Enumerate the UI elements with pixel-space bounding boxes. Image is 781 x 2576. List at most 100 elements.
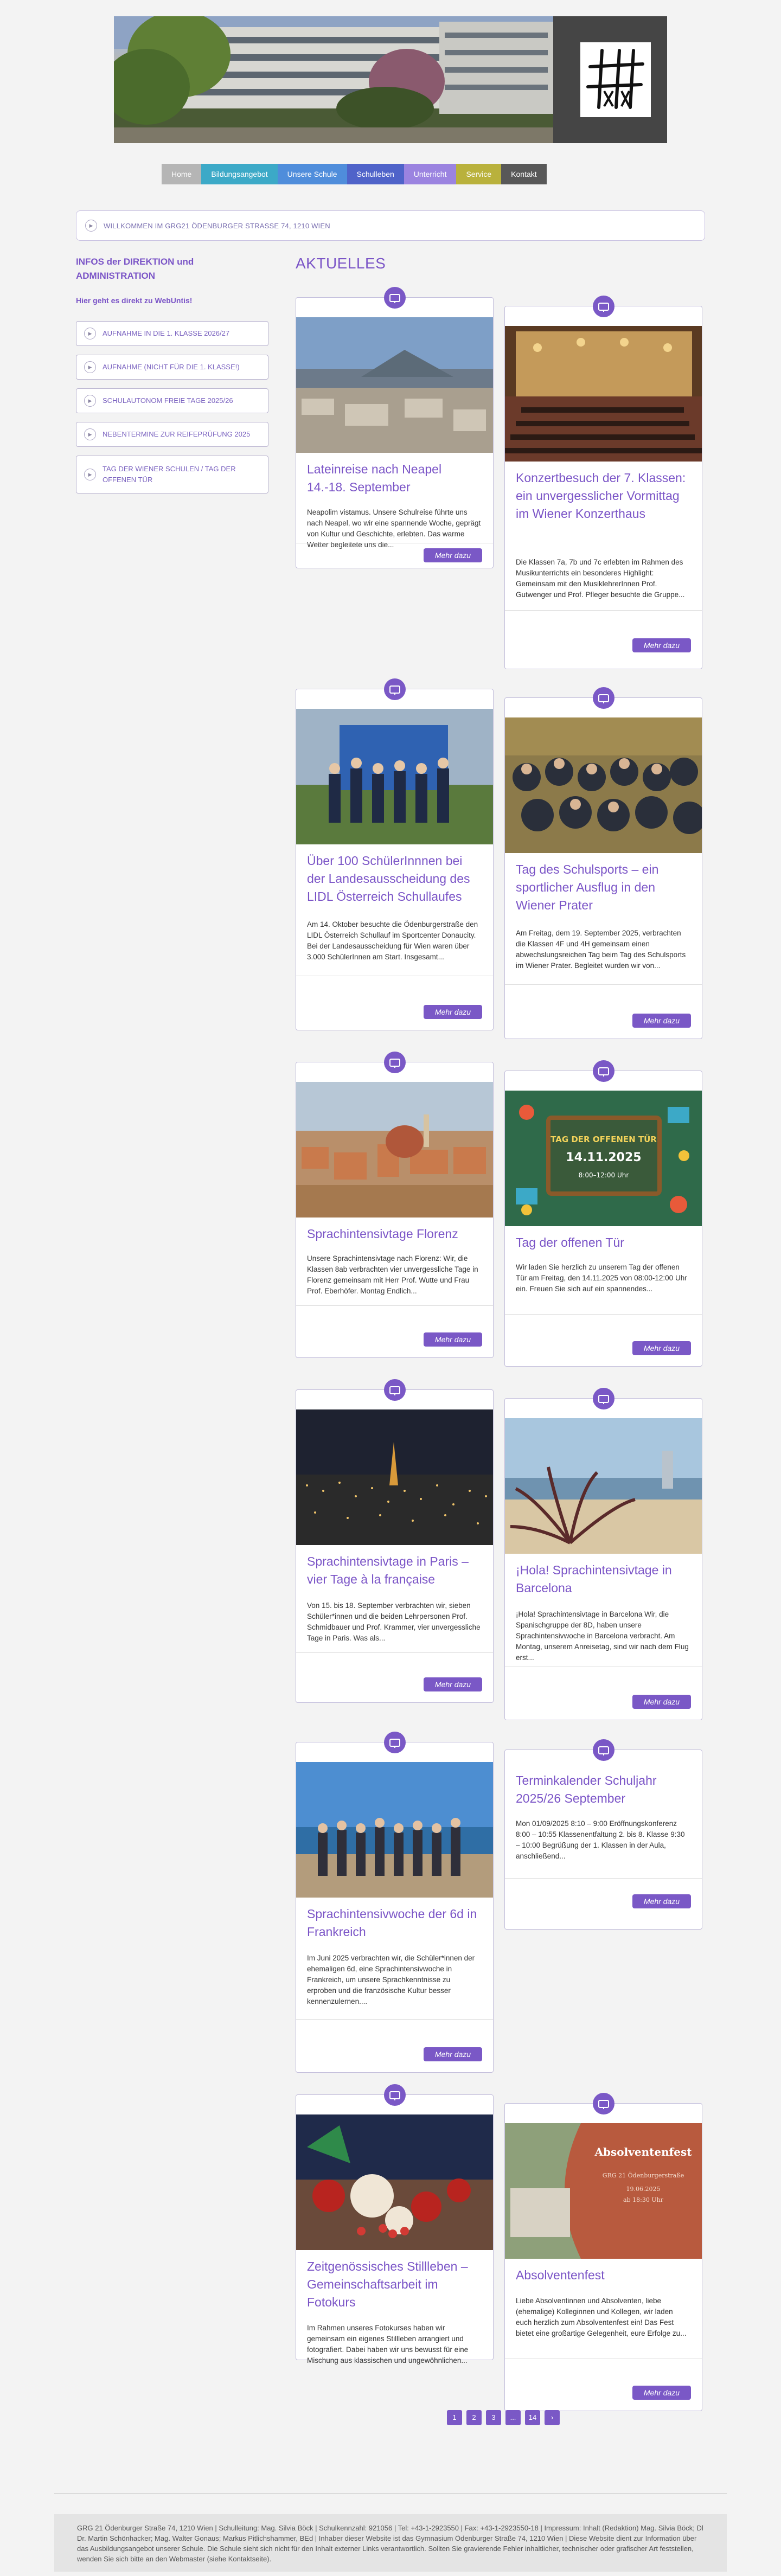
card-divider bbox=[296, 1652, 493, 1653]
more-button[interactable]: Mehr dazu bbox=[424, 1677, 482, 1691]
card-divider bbox=[296, 2019, 493, 2020]
news-excerpt: Unsere Sprachintensivtage nach Florenz: … bbox=[307, 1254, 478, 1295]
news-excerpt: Mon 01/09/2025 8:10 – 9:00 Eröffnungskon… bbox=[516, 1819, 685, 1860]
card-divider bbox=[505, 610, 702, 611]
more-button[interactable]: Mehr dazu bbox=[632, 1014, 691, 1028]
sidebar-link-label: TAG DER WIENER SCHULEN / TAG DER OFFENEN… bbox=[103, 465, 236, 484]
news-title[interactable]: Sprachintensivtage Florenz bbox=[307, 1225, 482, 1243]
news-image-frankreich[interactable] bbox=[296, 1762, 493, 1898]
nav-item-bildungsangebot[interactable]: Bildungsangebot bbox=[201, 164, 278, 184]
sidebar-link-label: AUFNAHME IN DIE 1. KLASSE 2026/27 bbox=[103, 329, 230, 337]
news-card: Zeitgenössisches Stillleben – Gemeinscha… bbox=[296, 2084, 494, 2364]
arrow-right-icon: ▶ bbox=[84, 395, 96, 407]
sidebar-link-label: AUFNAHME (NICHT FÜR DIE 1. KLASSE!) bbox=[103, 363, 240, 371]
sidebar-link-tag-der-offenen-tuer[interactable]: ▶ TAG DER WIENER SCHULEN / TAG DER OFFEN… bbox=[76, 456, 268, 494]
sidebar-title: INFOS der DIREKTION und ADMINISTRATION bbox=[76, 257, 194, 281]
news-image-absolventenfest[interactable]: Absolventenfest GRG 21 Ödenburgerstraße … bbox=[505, 2123, 702, 2259]
sidebar-link-label: NEBENTERMINE ZUR REIFEPRÜFUNG 2025 bbox=[103, 430, 251, 438]
news-excerpt: Liebe Absolventinnen und Absolventen, li… bbox=[516, 2297, 687, 2337]
webuntis-link[interactable]: Hier geht es direkt zu WebUntis! bbox=[76, 296, 192, 305]
news-title[interactable]: ¡Hola! Sprachintensivtage in Barcelona bbox=[516, 1561, 691, 1597]
nav-item-home[interactable]: Home bbox=[162, 164, 202, 184]
news-excerpt: ¡Hola! Sprachintensivtage in Barcelona W… bbox=[516, 1610, 689, 1662]
nav-item-unterricht[interactable]: Unterricht bbox=[404, 164, 457, 184]
sidebar-link-aufnahme-1-klasse[interactable]: ▶ AUFNAHME IN DIE 1. KLASSE 2026/27 bbox=[76, 321, 268, 346]
news-card: Sprachintensivwoche der 6d in Frankreich… bbox=[296, 1732, 494, 2073]
more-button[interactable]: Mehr dazu bbox=[424, 1332, 482, 1347]
news-title[interactable]: Konzertbesuch der 7. Klassen: ein unverg… bbox=[516, 469, 691, 523]
nav-item-unsere-schule[interactable]: Unsere Schule bbox=[277, 164, 347, 184]
svg-text:8:00–12:00 Uhr: 8:00–12:00 Uhr bbox=[579, 1171, 629, 1179]
footer-divider bbox=[54, 2493, 727, 2494]
news-title[interactable]: Absolventenfest bbox=[516, 2266, 691, 2284]
news-title[interactable]: Sprachintensivwoche der 6d in Frankreich bbox=[307, 1905, 482, 1941]
page-button[interactable]: ... bbox=[505, 2410, 521, 2425]
more-button[interactable]: Mehr dazu bbox=[632, 638, 691, 652]
nav-item-schulleben[interactable]: Schulleben bbox=[347, 164, 404, 184]
news-excerpt: Im Rahmen unseres Fotokurses haben wir g… bbox=[307, 2324, 469, 2364]
more-button[interactable]: Mehr dazu bbox=[424, 2047, 482, 2061]
news-card: Absolventenfest GRG 21 Ödenburgerstraße … bbox=[504, 2093, 702, 2411]
news-title[interactable]: Tag des Schulsports – ein sportlicher Au… bbox=[516, 861, 691, 914]
monitor-icon bbox=[383, 2084, 406, 2106]
monitor-icon bbox=[592, 1739, 614, 1761]
news-image-tag-der-offenen-tuer[interactable]: TAG DER OFFENEN TÜR 14.11.2025 8:00–12:0… bbox=[505, 1091, 702, 1226]
next-page-button[interactable]: › bbox=[545, 2410, 560, 2425]
news-card: Über 100 SchülerInnnen bei der Landesaus… bbox=[296, 678, 494, 1030]
news-image-stillleben[interactable] bbox=[296, 2114, 493, 2250]
sidebar-link-nebentermine[interactable]: ▶ NEBENTERMINE ZUR REIFEPRÜFUNG 2025 bbox=[76, 422, 268, 447]
svg-text:Absolventenfest: Absolventenfest bbox=[594, 2145, 693, 2158]
news-excerpt: Neapolim vistamus. Unsere Schulreise füh… bbox=[307, 508, 481, 549]
news-image-paris[interactable] bbox=[296, 1409, 493, 1545]
news-card: Terminkalender Schuljahr 2025/26 Septemb… bbox=[504, 1739, 702, 1930]
news-image-konzerthaus[interactable] bbox=[505, 326, 702, 462]
news-title[interactable]: Tag der offenen Tür bbox=[516, 1234, 691, 1252]
more-button[interactable]: Mehr dazu bbox=[424, 548, 482, 562]
arrow-right-icon: ▶ bbox=[84, 328, 96, 339]
news-title[interactable]: Sprachintensivtage in Paris – vier Tage … bbox=[307, 1553, 482, 1588]
arrow-right-icon: ▶ bbox=[85, 220, 97, 232]
pagination: 1 2 3... 14 › bbox=[447, 2410, 560, 2425]
news-card: Sprachintensivtage Florenz Unsere Sprach… bbox=[296, 1052, 494, 1358]
school-logo[interactable] bbox=[580, 42, 651, 117]
site-footer: GRG 21 Ödenburger Straße 74, 1210 Wien |… bbox=[54, 2514, 727, 2572]
svg-text:TAG DER OFFENEN TÜR: TAG DER OFFENEN TÜR bbox=[550, 1134, 657, 1144]
sidebar-link-freie-tage[interactable]: ▶ SCHULAUTONOM FREIE TAGE 2025/26 bbox=[76, 388, 268, 413]
svg-text:ab 18:30 Uhr: ab 18:30 Uhr bbox=[623, 2196, 664, 2203]
sidebar-link-aufnahme[interactable]: ▶ AUFNAHME (NICHT FÜR DIE 1. KLASSE!) bbox=[76, 355, 268, 380]
school-building-illustration bbox=[114, 16, 553, 143]
more-button[interactable]: Mehr dazu bbox=[632, 1894, 691, 1908]
nav-item-kontakt[interactable]: Kontakt bbox=[501, 164, 547, 184]
news-image-naples[interactable] bbox=[296, 317, 493, 453]
main-navigation: Home Bildungsangebot Unsere Schule Schulleb… bbox=[162, 164, 547, 184]
svg-text:19.06.2025: 19.06.2025 bbox=[626, 2186, 661, 2193]
page-button[interactable]: 1 bbox=[447, 2410, 462, 2425]
news-image-schulsport[interactable] bbox=[505, 717, 702, 853]
monitor-icon bbox=[383, 1379, 406, 1401]
welcome-banner[interactable]: ▶ WILLKOMMEN IM GRG21 ÖDENBURGER STRASSE… bbox=[76, 210, 705, 241]
more-button[interactable]: Mehr dazu bbox=[424, 1005, 482, 1019]
news-image-barcelona[interactable] bbox=[505, 1418, 702, 1554]
news-card: Konzertbesuch der 7. Klassen: ein unverg… bbox=[504, 296, 702, 669]
svg-text:GRG 21 Ödenburgerstraße: GRG 21 Ödenburgerstraße bbox=[603, 2171, 684, 2179]
page-button[interactable]: 14 bbox=[525, 2410, 540, 2425]
page-button[interactable]: 3 bbox=[486, 2410, 501, 2425]
more-button[interactable]: Mehr dazu bbox=[632, 1695, 691, 1709]
section-title-aktuelles: AKTUELLES bbox=[296, 255, 386, 272]
monitor-icon bbox=[592, 1388, 614, 1409]
news-title[interactable]: Lateinreise nach Neapel 14.-18. Septembe… bbox=[307, 460, 482, 496]
news-title[interactable]: Terminkalender Schuljahr 2025/26 Septemb… bbox=[516, 1772, 691, 1808]
school-building-photo bbox=[114, 16, 553, 143]
nav-item-service[interactable]: Service bbox=[456, 164, 502, 184]
news-image-lidl-schullauf[interactable] bbox=[296, 709, 493, 844]
news-title[interactable]: Über 100 SchülerInnnen bei der Landesaus… bbox=[307, 852, 482, 906]
footer-text: GRG 21 Ödenburger Straße 74, 1210 Wien |… bbox=[77, 2524, 703, 2563]
page-button[interactable]: 2 bbox=[466, 2410, 482, 2425]
more-button[interactable]: Mehr dazu bbox=[632, 1341, 691, 1355]
monitor-icon bbox=[383, 1732, 406, 1753]
news-title[interactable]: Zeitgenössisches Stillleben – Gemeinscha… bbox=[307, 2258, 482, 2311]
news-image-florenz[interactable] bbox=[296, 1082, 493, 1217]
card-divider bbox=[296, 1305, 493, 1306]
more-button[interactable]: Mehr dazu bbox=[632, 2386, 691, 2400]
hashtag-logo-icon bbox=[586, 49, 644, 109]
